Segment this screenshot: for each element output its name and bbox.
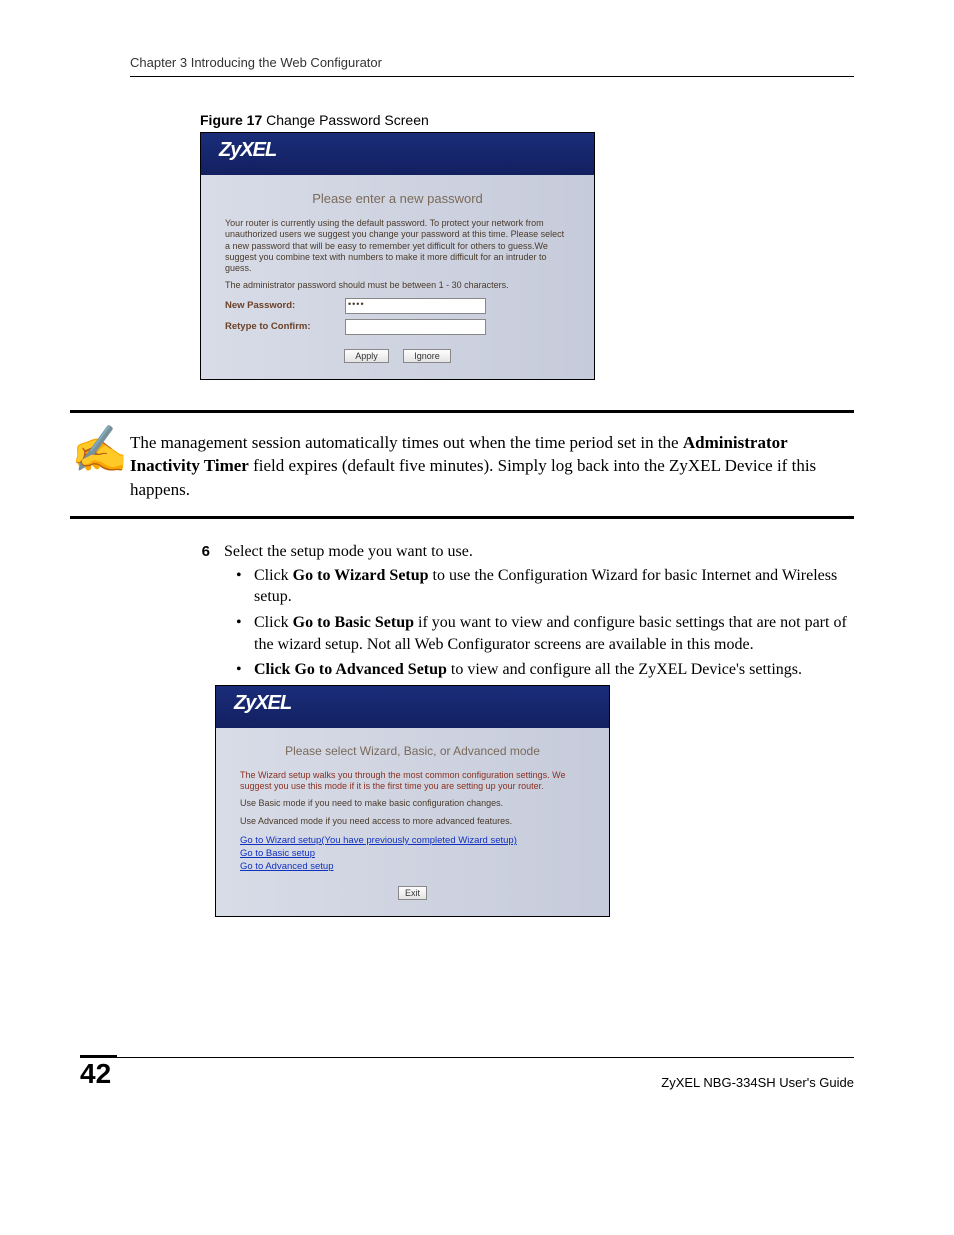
dialog-heading: Please enter a new password: [225, 191, 570, 206]
zyxel-logo: ZyXEL: [219, 139, 276, 161]
page-footer: 42 ZyXEL NBG-334SH User's Guide: [80, 1057, 854, 1090]
step-text: Select the setup mode you want to use.: [214, 543, 844, 561]
retype-password-label: Retype to Confirm:: [225, 321, 345, 332]
note-text: The management session automatically tim…: [130, 427, 854, 502]
note-icon: ✍: [70, 427, 130, 502]
zyxel-logo: ZyXEL: [234, 692, 291, 714]
dialog-heading: Please select Wizard, Basic, or Advanced…: [240, 744, 585, 758]
mode-select-screenshot: ZyXEL Please select Wizard, Basic, or Ad…: [215, 685, 610, 917]
advanced-desc: Use Advanced mode if you need access to …: [240, 816, 585, 827]
apply-button[interactable]: Apply: [344, 349, 389, 363]
go-to-basic-link[interactable]: Go to Basic setup: [240, 848, 585, 859]
basic-desc: Use Basic mode if you need to make basic…: [240, 798, 585, 809]
ignore-button[interactable]: Ignore: [403, 349, 451, 363]
wizard-desc: The Wizard setup walks you through the m…: [240, 770, 585, 793]
step-number: 6: [130, 543, 210, 560]
new-password-label: New Password:: [225, 300, 345, 311]
retype-password-input[interactable]: [345, 319, 486, 335]
exit-button[interactable]: Exit: [398, 886, 427, 900]
go-to-wizard-link[interactable]: Go to Wizard setup(You have previously c…: [240, 835, 585, 846]
guide-title: ZyXEL NBG-334SH User's Guide: [117, 1075, 854, 1090]
new-password-input[interactable]: ••••: [345, 298, 486, 314]
constraint-text: The administrator password should must b…: [225, 280, 570, 291]
page-number: 42: [80, 1055, 117, 1090]
change-password-screenshot: ZyXEL Please enter a new password Your r…: [200, 132, 595, 380]
figure-number: Figure 17: [200, 112, 262, 128]
screenshot-header: ZyXEL: [216, 686, 609, 728]
note-pre: The management session automatically tim…: [130, 433, 683, 452]
note-block: ✍ The management session automatically t…: [70, 410, 854, 519]
screenshot-header: ZyXEL: [201, 133, 594, 175]
go-to-advanced-link[interactable]: Go to Advanced setup: [240, 861, 585, 872]
bullet-item: Click Go to Wizard Setup to use the Conf…: [236, 565, 854, 608]
bullet-item: Click Go to Advanced Setup to view and c…: [236, 659, 854, 681]
bullet-item: Click Go to Basic Setup if you want to v…: [236, 612, 854, 655]
figure-caption: Figure 17 Change Password Screen: [200, 112, 854, 128]
chapter-header: Chapter 3 Introducing the Web Configurat…: [130, 55, 854, 77]
warning-text: Your router is currently using the defau…: [225, 218, 570, 274]
figure-title: Change Password Screen: [262, 112, 429, 128]
